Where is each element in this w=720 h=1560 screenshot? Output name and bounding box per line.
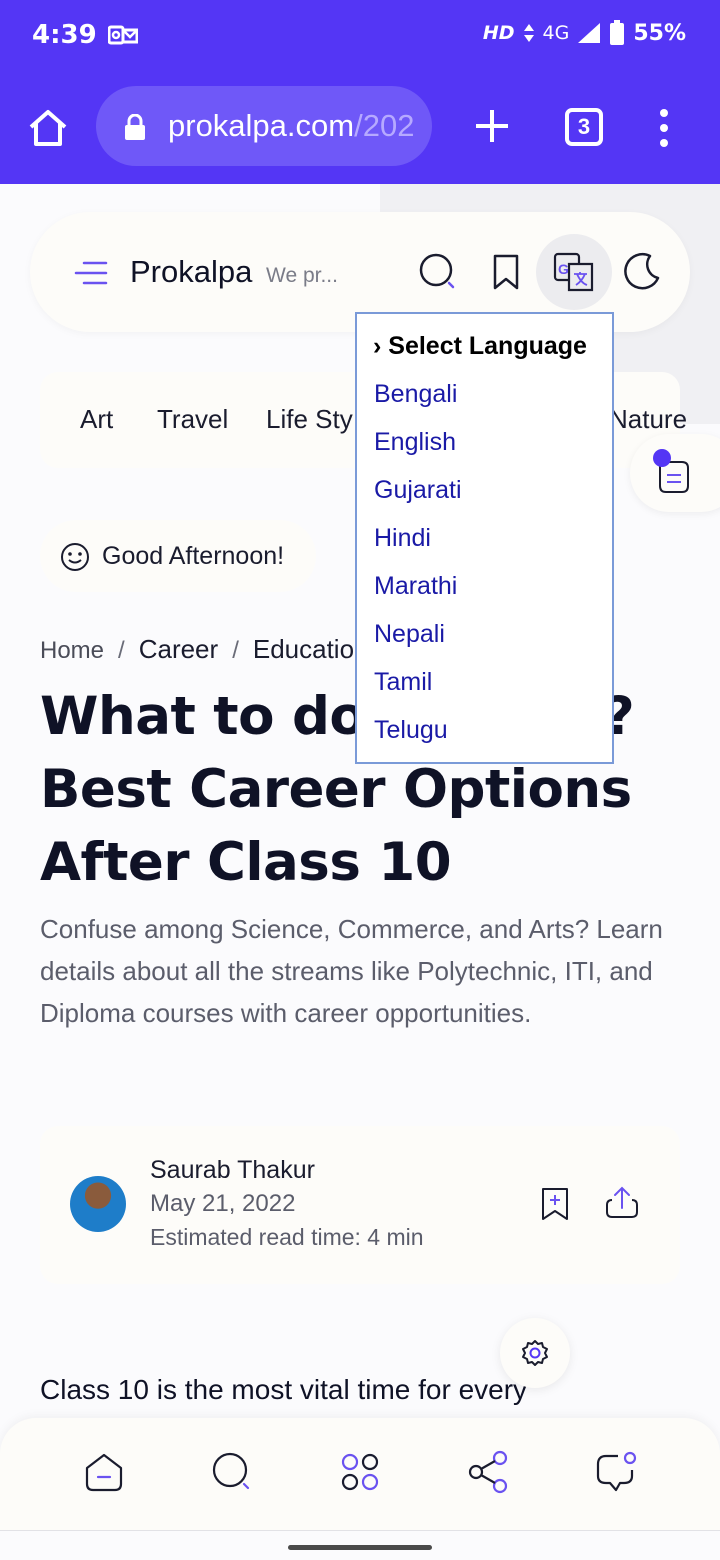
read-time: Estimated read time: 4 min <box>150 1224 424 1250</box>
moon-icon[interactable] <box>620 250 664 294</box>
more-icon[interactable] <box>654 108 674 148</box>
language-option-hindi[interactable]: Hindi <box>374 524 431 553</box>
breadcrumb-education[interactable]: Educatio <box>253 634 354 664</box>
language-option-telugu[interactable]: Telugu <box>374 716 448 745</box>
publish-date: May 21, 2022 <box>150 1190 296 1217</box>
category-lifestyle[interactable]: Life Sty <box>266 404 353 435</box>
category-nature[interactable]: Nature <box>609 404 687 435</box>
nav-chat-icon[interactable] <box>594 1450 638 1494</box>
settings-button[interactable] <box>500 1318 570 1388</box>
breadcrumb: Home / Career / Educatio <box>40 634 354 665</box>
breadcrumb-home[interactable]: Home <box>40 637 104 664</box>
category-travel[interactable]: Travel <box>157 404 228 435</box>
signal-icon <box>578 23 601 43</box>
avatar[interactable] <box>70 1176 126 1232</box>
gesture-bar[interactable] <box>288 1545 432 1550</box>
network-type: 4G <box>542 22 570 44</box>
bottom-navigation <box>0 1418 720 1530</box>
status-time: 4:39 <box>32 20 97 50</box>
outlook-notification-icon <box>108 25 138 45</box>
language-option-nepali[interactable]: Nepali <box>374 620 445 649</box>
title-line-2: Best Career Options <box>40 759 632 820</box>
category-art[interactable]: Art <box>80 404 113 435</box>
site-tagline: We pr... <box>266 264 338 287</box>
reading-list-button[interactable] <box>630 434 720 512</box>
breadcrumb-separator: / <box>118 637 125 664</box>
language-dropdown: › Select Language Bengali English Gujara… <box>355 312 614 764</box>
browser-toolbar: prokalpa.com/202 3 <box>0 72 720 184</box>
language-option-gujarati[interactable]: Gujarati <box>374 476 462 505</box>
breadcrumb-separator: / <box>232 637 239 664</box>
gesture-area <box>0 1530 720 1560</box>
title-line-1: What to do <box>40 686 366 747</box>
search-icon[interactable] <box>416 250 460 294</box>
translate-button[interactable]: G <box>536 234 612 310</box>
address-bar[interactable]: prokalpa.com/202 <box>96 86 432 166</box>
nav-apps-icon[interactable] <box>338 1450 382 1494</box>
nav-search-icon[interactable] <box>210 1450 254 1494</box>
nav-home-icon[interactable] <box>82 1450 126 1494</box>
svg-text:G: G <box>558 261 569 277</box>
tab-switcher-button[interactable]: 3 <box>565 108 603 146</box>
gear-icon <box>522 1340 548 1366</box>
smile-icon <box>61 543 89 571</box>
home-icon[interactable] <box>26 106 70 150</box>
bookmark-icon[interactable] <box>484 250 528 294</box>
status-bar: 4:39 HD 4G 55% <box>0 0 720 72</box>
battery-icon <box>610 20 625 45</box>
language-option-english[interactable]: English <box>374 428 456 457</box>
lock-icon <box>125 114 145 140</box>
language-option-marathi[interactable]: Marathi <box>374 572 457 601</box>
reading-list-icon <box>653 449 689 493</box>
nav-network-icon[interactable] <box>466 1450 510 1494</box>
hd-indicator: HD <box>482 22 515 44</box>
site-brand[interactable]: Prokalpa <box>130 254 252 290</box>
author-card: Saurab Thakur May 21, 2022 Estimated rea… <box>40 1126 680 1284</box>
battery-percent: 55% <box>633 20 686 46</box>
new-tab-plus-icon[interactable] <box>470 104 514 148</box>
greeting-chip: Good Afternoon! <box>40 520 316 592</box>
language-option-bengali[interactable]: Bengali <box>374 380 457 409</box>
translate-icon: G <box>553 252 594 292</box>
bookmark-add-icon[interactable] <box>540 1186 570 1222</box>
language-option-tamil[interactable]: Tamil <box>374 668 432 697</box>
data-arrows-icon <box>523 24 534 42</box>
url-path: /202 <box>354 108 415 143</box>
share-icon[interactable] <box>604 1184 640 1220</box>
article-description: Confuse among Science, Commerce, and Art… <box>40 914 663 1028</box>
title-line-3: After Class 10 <box>40 832 452 893</box>
article-body-start: Class 10 is the most vital time for ever… <box>40 1374 528 1405</box>
breadcrumb-career[interactable]: Career <box>139 634 218 664</box>
url-domain: prokalpa.com <box>168 108 355 143</box>
author-name[interactable]: Saurab Thakur <box>150 1156 315 1185</box>
greeting-text: Good Afternoon! <box>102 542 285 570</box>
menu-icon[interactable] <box>74 260 108 286</box>
language-dropdown-heading: › Select Language <box>373 332 587 360</box>
url-text: prokalpa.com/202 <box>168 108 414 144</box>
